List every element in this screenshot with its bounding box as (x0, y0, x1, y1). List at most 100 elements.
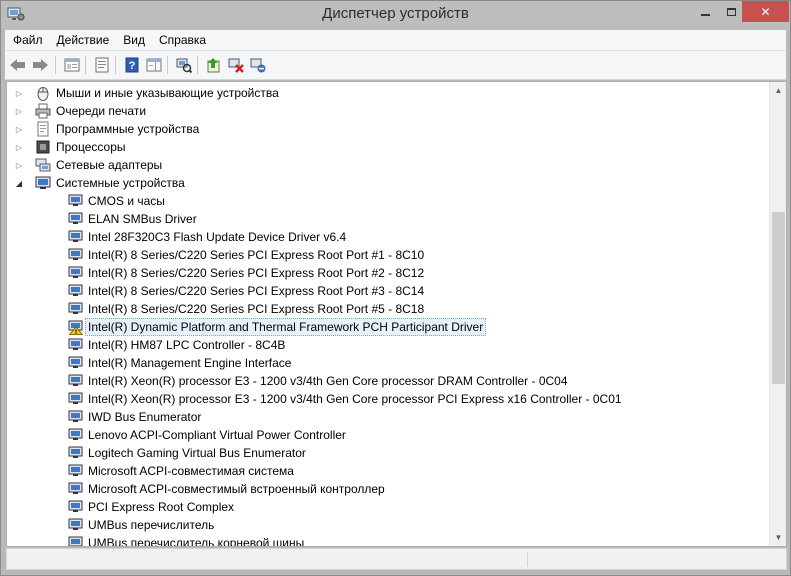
tree-item-device[interactable]: CMOS и часы (67, 192, 168, 210)
svg-text:?: ? (129, 60, 136, 72)
minimize-button[interactable] (691, 1, 719, 22)
tree-item-device[interactable]: Intel(R) 8 Series/C220 Series PCI Expres… (67, 246, 427, 264)
window-title: Диспетчер устройств (322, 5, 469, 22)
update-driver-icon (207, 58, 220, 73)
tree-item-label: Сетевые адаптеры (56, 158, 163, 172)
system-device-icon (68, 230, 83, 242)
system-device-icon (68, 248, 83, 260)
show-hide-action-pane-button[interactable] (145, 56, 163, 74)
system-device-icon (68, 194, 83, 206)
tree-category-system-devices[interactable]: ◢ Системные устройства (16, 174, 188, 192)
tree-item-label: Системные устройства (56, 176, 185, 190)
tree-item-device[interactable]: Microsoft ACPI-совместимая система (67, 462, 297, 480)
tree-category-print-queues[interactable]: ▷ Очереди печати (16, 102, 149, 120)
tree-item-device[interactable]: Lenovo ACPI-Compliant Virtual Power Cont… (67, 426, 349, 444)
tree-category-mice[interactable]: ▷ Мыши и иные указывающие устройства (16, 84, 282, 102)
tree-item-label: Microsoft ACPI-совместимый встроенный ко… (88, 482, 385, 496)
system-device-icon (68, 284, 83, 296)
properties-icon (95, 57, 109, 73)
tree-item-label: ELAN SMBus Driver (88, 212, 197, 226)
tree-item-device[interactable]: Intel(R) HM87 LPC Controller - 8C4B (67, 336, 288, 354)
menu-help[interactable]: Справка (152, 33, 213, 47)
processor-icon (36, 140, 50, 154)
title-bar[interactable]: Диспетчер устройств ✕ (1, 1, 790, 30)
tree-item-device[interactable]: Intel(R) 8 Series/C220 Series PCI Expres… (67, 282, 427, 300)
system-device-icon (68, 374, 83, 386)
system-device-warning-icon (68, 320, 83, 335)
toolbar-separator (115, 56, 116, 74)
tree-item-device[interactable]: Intel(R) Dynamic Platform and Thermal Fr… (67, 318, 487, 336)
tree-item-label: UMBus перечислитель (88, 518, 215, 532)
tree-item-label: Lenovo ACPI-Compliant Virtual Power Cont… (88, 428, 346, 442)
back-button[interactable] (9, 56, 27, 74)
mouse-icon (37, 87, 49, 101)
collapse-arrow-icon[interactable]: ◢ (14, 174, 24, 192)
tree-item-device[interactable]: Intel(R) Management Engine Interface (67, 354, 294, 372)
tree-item-device[interactable]: Microsoft ACPI-совместимый встроенный ко… (67, 480, 388, 498)
close-icon: ✕ (760, 4, 771, 19)
vertical-scrollbar[interactable]: ▲ ▼ (769, 82, 786, 546)
tree-item-device[interactable]: IWD Bus Enumerator (67, 408, 204, 426)
help-button[interactable]: ? (123, 56, 141, 74)
scroll-up-arrow-icon[interactable]: ▲ (770, 82, 786, 99)
system-device-icon (68, 266, 83, 278)
toolbar-separator (167, 56, 168, 74)
console-tree-icon (64, 58, 80, 72)
tree-item-device[interactable]: UMBus перечислитель (67, 516, 217, 534)
tree-item-label: Intel(R) HM87 LPC Controller - 8C4B (88, 338, 286, 352)
tree-item-label: Logitech Gaming Virtual Bus Enumerator (88, 446, 306, 460)
system-device-icon (68, 428, 83, 440)
scan-hardware-button[interactable] (175, 56, 193, 74)
tree-item-device[interactable]: Intel(R) 8 Series/C220 Series PCI Expres… (67, 300, 427, 318)
menu-action[interactable]: Действие (50, 33, 117, 47)
tree-item-device[interactable]: Intel(R) 8 Series/C220 Series PCI Expres… (67, 264, 427, 282)
expand-arrow-icon[interactable]: ▷ (14, 84, 24, 102)
tree-item-device[interactable]: Intel 28F320C3 Flash Update Device Drive… (67, 228, 349, 246)
tree-item-device[interactable]: Logitech Gaming Virtual Bus Enumerator (67, 444, 309, 462)
tree-item-label: Intel(R) Xeon(R) processor E3 - 1200 v3/… (88, 392, 622, 406)
tree-category-processors[interactable]: ▷ Процессоры (16, 138, 129, 156)
expand-arrow-icon[interactable]: ▷ (14, 120, 24, 138)
system-device-icon (68, 482, 83, 494)
scrollbar-thumb[interactable] (772, 212, 785, 384)
system-device-icon (68, 464, 83, 476)
tree-category-software-devices[interactable]: ▷ Программные устройства (16, 120, 202, 138)
software-device-icon (37, 121, 49, 137)
tree-item-device[interactable]: PCI Express Root Complex (67, 498, 237, 516)
tree-item-device[interactable]: UMBus перечислитель корневой шины (67, 534, 307, 546)
tree-item-device[interactable]: ELAN SMBus Driver (67, 210, 200, 228)
expand-arrow-icon[interactable]: ▷ (14, 102, 24, 120)
system-device-icon (68, 410, 83, 422)
scroll-down-arrow-icon[interactable]: ▼ (770, 529, 786, 546)
forward-button[interactable] (31, 56, 49, 74)
maximize-button[interactable] (717, 1, 745, 22)
expand-arrow-icon[interactable]: ▷ (14, 156, 24, 174)
scan-hardware-icon (176, 58, 192, 73)
tree-item-label: Microsoft ACPI-совместимая система (88, 464, 294, 478)
tree-item-device[interactable]: Intel(R) Xeon(R) processor E3 - 1200 v3/… (67, 390, 625, 408)
toolbar-separator (197, 56, 198, 74)
uninstall-button[interactable] (227, 56, 245, 74)
update-driver-button[interactable] (205, 56, 223, 74)
menu-view[interactable]: Вид (116, 33, 152, 47)
arrow-left-icon (10, 59, 25, 71)
menu-file[interactable]: Файл (5, 33, 50, 47)
tree-item-label: Intel(R) 8 Series/C220 Series PCI Expres… (88, 284, 425, 298)
show-hide-console-tree-button[interactable] (63, 56, 81, 74)
close-button[interactable]: ✕ (742, 1, 789, 22)
minimize-icon (700, 13, 710, 16)
tree-category-network-adapters[interactable]: ▷ Сетевые адаптеры (16, 156, 165, 174)
tree-item-label: Intel(R) 8 Series/C220 Series PCI Expres… (88, 302, 425, 316)
tree-item-label: CMOS и часы (88, 194, 165, 208)
disable-device-button[interactable] (249, 56, 267, 74)
properties-button[interactable] (93, 56, 111, 74)
expand-arrow-icon[interactable]: ▷ (14, 138, 24, 156)
tree-item-device[interactable]: Intel(R) Xeon(R) processor E3 - 1200 v3/… (67, 372, 571, 390)
system-device-icon (68, 212, 83, 224)
network-adapter-icon (35, 158, 51, 172)
system-devices-icon (35, 176, 51, 189)
tree-item-label: Intel(R) 8 Series/C220 Series PCI Expres… (88, 266, 425, 280)
printer-icon (35, 103, 51, 119)
device-tree[interactable]: ▷ Мыши и иные указывающие устройства ▷ О… (7, 82, 770, 546)
system-device-icon (68, 518, 83, 530)
